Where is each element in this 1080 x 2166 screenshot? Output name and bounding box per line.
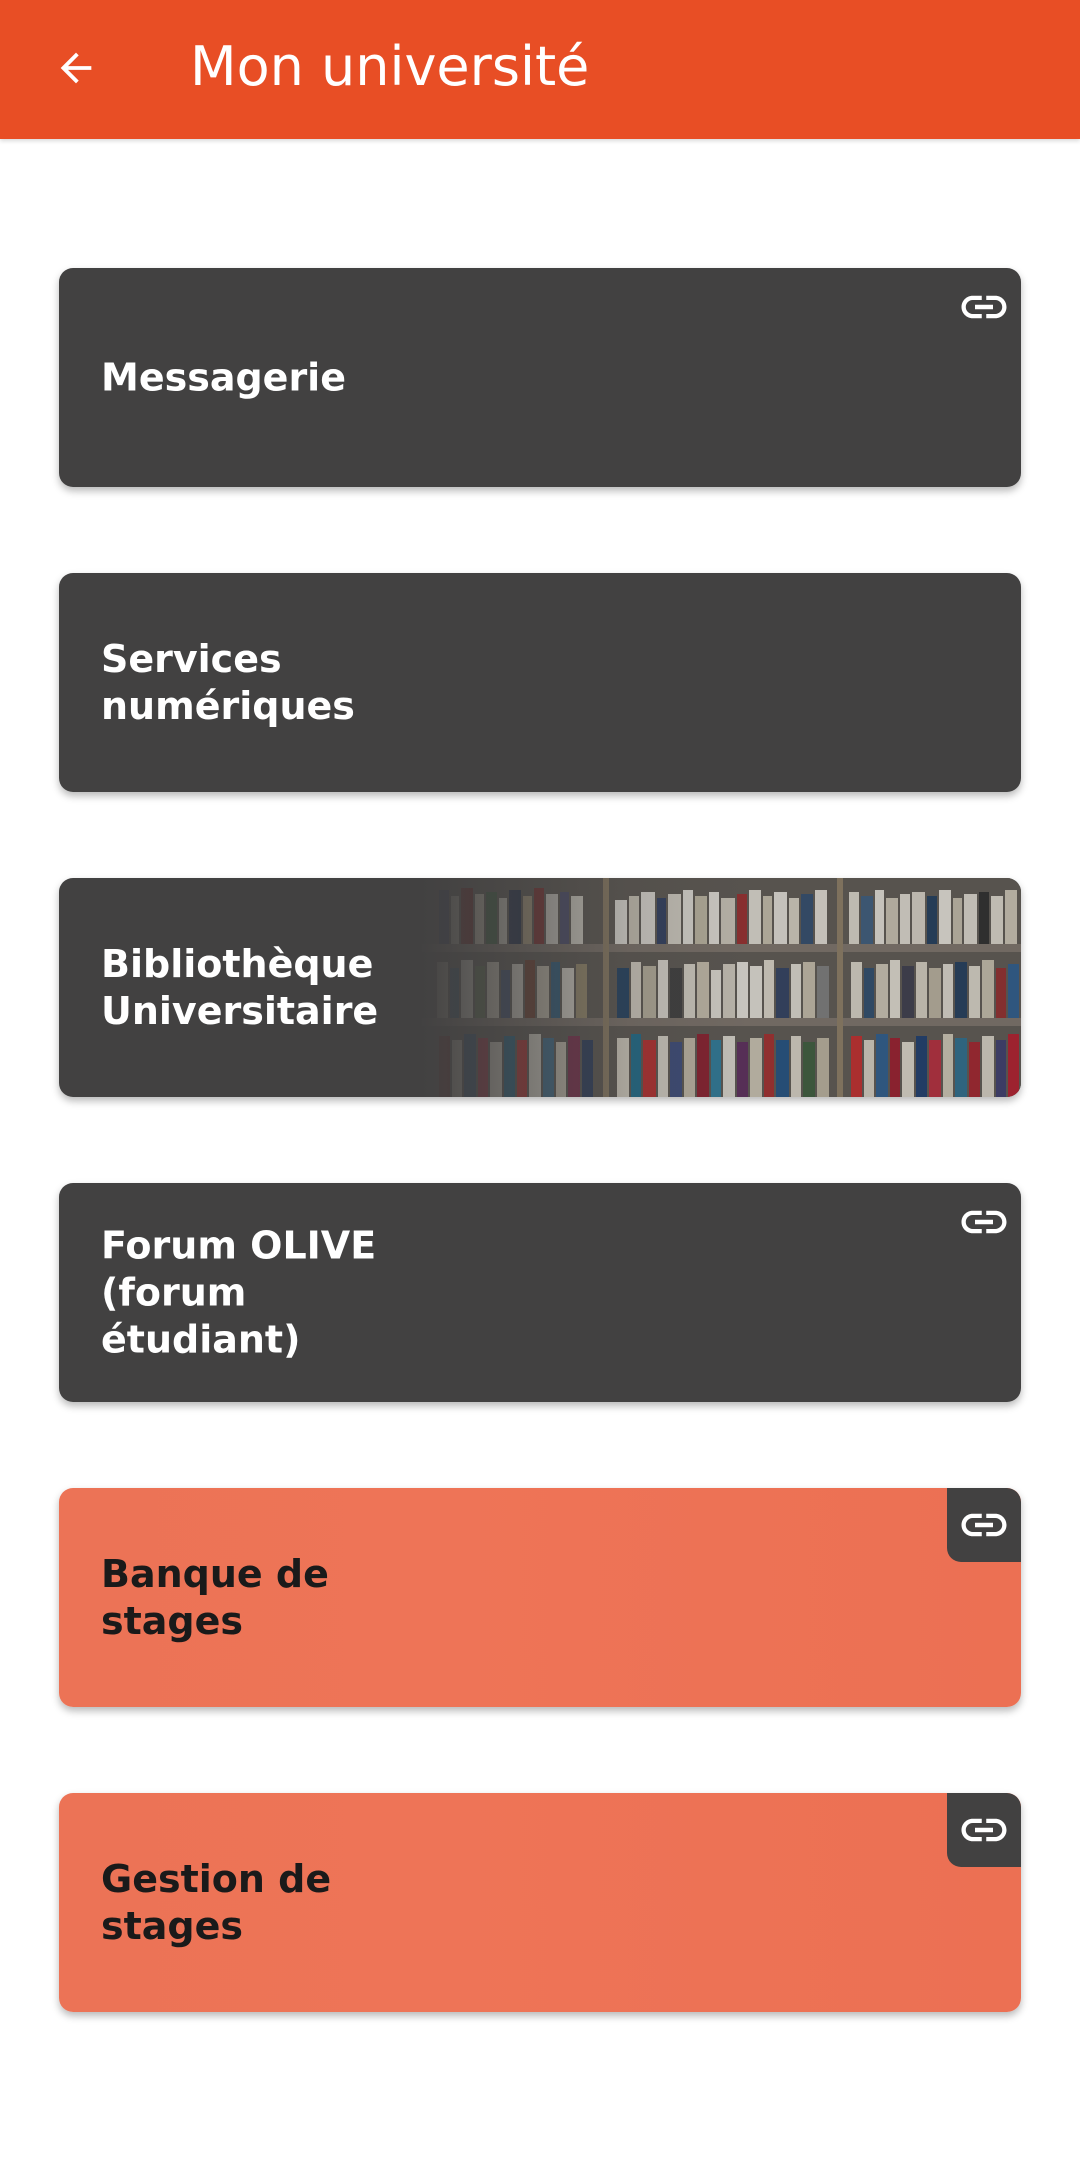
link-icon	[957, 280, 1011, 334]
link-icon	[961, 1513, 1007, 1537]
link-badge	[947, 1488, 1021, 1562]
link-icon	[957, 1195, 1011, 1249]
link-badge	[947, 1793, 1021, 1867]
image-fade-overlay	[419, 878, 1021, 1097]
app-bar: Mon université	[0, 0, 1080, 139]
page-title: Mon université	[190, 35, 590, 98]
card-bibliotheque[interactable]: Bibliothèque Universitaire	[59, 878, 1021, 1097]
card-label: Gestion de stages	[101, 1856, 332, 1948]
arrow-left-icon	[60, 52, 92, 84]
card-label: Bibliothèque Universitaire	[101, 941, 379, 1033]
card-label: Forum OLIVE (forum étudiant)	[101, 1223, 377, 1361]
card-forum-olive[interactable]: Forum OLIVE (forum étudiant)	[59, 1183, 1021, 1402]
card-messagerie[interactable]: Messagerie	[59, 268, 1021, 487]
card-label: Messagerie	[101, 355, 346, 399]
card-services-numeriques[interactable]: Services numériques	[59, 573, 1021, 792]
card-gestion-de-stages[interactable]: Gestion de stages	[59, 1793, 1021, 2012]
back-button[interactable]	[44, 36, 108, 100]
card-banque-de-stages[interactable]: Banque de stages	[59, 1488, 1021, 1707]
card-label: Services numériques	[101, 636, 355, 728]
link-icon	[961, 1818, 1007, 1842]
card-label: Banque de stages	[101, 1551, 329, 1643]
